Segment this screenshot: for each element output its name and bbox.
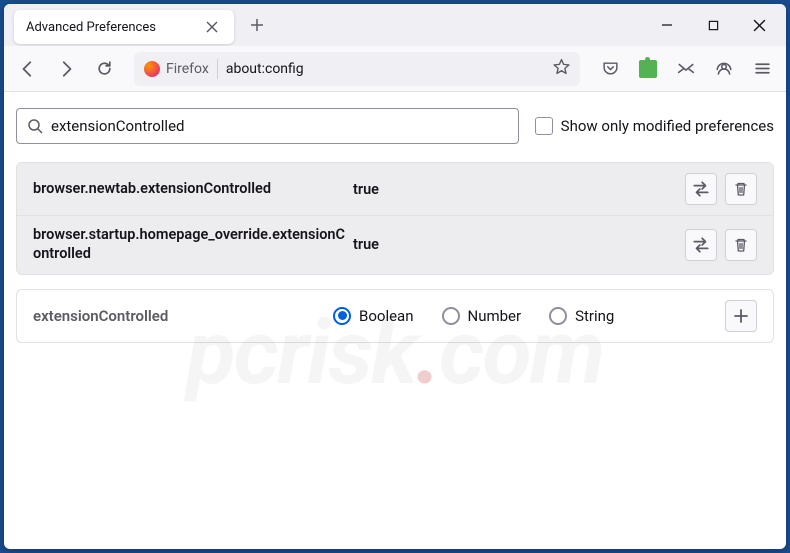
- pref-row[interactable]: browser.newtab.extensionControlled true: [17, 163, 773, 216]
- toggle-icon: [692, 180, 710, 198]
- radio-icon: [442, 307, 460, 325]
- close-tab-icon[interactable]: [202, 17, 222, 37]
- pocket-button[interactable]: [594, 53, 626, 85]
- firefox-logo-icon: [144, 61, 160, 77]
- pref-actions: [685, 229, 757, 261]
- radio-boolean[interactable]: Boolean: [333, 307, 414, 325]
- close-window-button[interactable]: [736, 4, 782, 46]
- pref-value: true: [353, 181, 685, 198]
- extension-button[interactable]: [632, 53, 664, 85]
- type-radio-group: Boolean Number String: [333, 307, 725, 325]
- inbox-button[interactable]: [670, 53, 702, 85]
- url-bar[interactable]: Firefox about:config: [134, 52, 580, 86]
- add-preference-row: extensionControlled Boolean Number Strin…: [16, 289, 774, 343]
- radio-label: Boolean: [359, 307, 414, 325]
- radio-string[interactable]: String: [549, 307, 614, 325]
- separator: [217, 59, 218, 79]
- radio-label: Number: [468, 307, 522, 325]
- pref-name: browser.startup.homepage_override.extens…: [33, 226, 353, 264]
- bookmark-star-icon[interactable]: [553, 58, 570, 79]
- browser-tab[interactable]: Advanced Preferences: [14, 10, 234, 44]
- reload-button[interactable]: [88, 53, 120, 85]
- pref-actions: [685, 173, 757, 205]
- delete-button[interactable]: [725, 173, 757, 205]
- plus-icon: [733, 308, 749, 324]
- forward-button[interactable]: [50, 53, 82, 85]
- url-text: about:config: [226, 61, 545, 77]
- identity-box[interactable]: Firefox: [144, 61, 209, 77]
- pref-row[interactable]: browser.startup.homepage_override.extens…: [17, 216, 773, 274]
- search-icon: [27, 118, 43, 134]
- about-config-content: Show only modified preferences browser.n…: [4, 92, 786, 549]
- toggle-button[interactable]: [685, 173, 717, 205]
- new-tab-button[interactable]: [242, 10, 272, 40]
- tab-title: Advanced Preferences: [26, 20, 202, 35]
- pref-value: true: [353, 236, 685, 253]
- radio-icon: [333, 307, 351, 325]
- app-menu-button[interactable]: [746, 53, 778, 85]
- identity-label: Firefox: [166, 61, 209, 77]
- search-row: Show only modified preferences: [16, 108, 774, 144]
- new-pref-name: extensionControlled: [33, 307, 333, 325]
- checkbox-icon: [535, 117, 553, 135]
- delete-button[interactable]: [725, 229, 757, 261]
- toggle-icon: [692, 236, 710, 254]
- maximize-button[interactable]: [690, 4, 736, 46]
- show-modified-label: Show only modified preferences: [561, 117, 774, 135]
- pref-name: browser.newtab.extensionControlled: [33, 180, 353, 199]
- trash-icon: [733, 237, 749, 253]
- navigation-toolbar: Firefox about:config: [4, 46, 786, 92]
- extension-icon: [639, 60, 657, 78]
- browser-window: Advanced Preferences: [4, 4, 786, 549]
- window-controls: [644, 4, 782, 46]
- trash-icon: [733, 181, 749, 197]
- search-input[interactable]: [51, 117, 508, 135]
- minimize-button[interactable]: [644, 4, 690, 46]
- toggle-button[interactable]: [685, 229, 717, 261]
- radio-icon: [549, 307, 567, 325]
- titlebar: Advanced Preferences: [4, 4, 786, 46]
- account-button[interactable]: [708, 53, 740, 85]
- preferences-list: browser.newtab.extensionControlled true …: [16, 162, 774, 275]
- radio-label: String: [575, 307, 614, 325]
- show-modified-checkbox[interactable]: Show only modified preferences: [535, 117, 774, 135]
- back-button[interactable]: [12, 53, 44, 85]
- add-button[interactable]: [725, 300, 757, 332]
- radio-number[interactable]: Number: [442, 307, 522, 325]
- pref-search-box[interactable]: [16, 108, 519, 144]
